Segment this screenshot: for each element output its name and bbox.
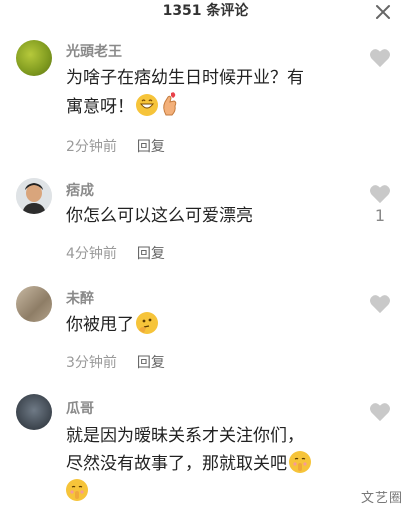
comment-line: 为啥子在痞幼生日时候开业？有 xyxy=(66,68,304,88)
comment-line: 你怎么可以这么可爱漂亮 xyxy=(66,206,253,226)
comment-time: 4分钟前 xyxy=(66,246,117,262)
like-count: 1 xyxy=(374,206,386,225)
comment-text: 就是因为暧昧关系才关注你们， 尽然没有故事了，那就取关吧 xyxy=(66,422,366,506)
heart-icon[interactable] xyxy=(369,48,391,68)
heart-icon[interactable] xyxy=(369,294,391,314)
comment-count-title: 1351 条评论 xyxy=(162,3,249,19)
comments-header: 1351 条评论 xyxy=(0,0,411,26)
comment-item: 光頭老王 为啥子在痞幼生日时候开业？有 寓意呀！ 2分钟前 回复 xyxy=(0,36,411,156)
comment-time: 2分钟前 xyxy=(66,139,117,155)
comment-username[interactable]: 瓜哥 xyxy=(66,398,94,418)
grin-emoji-icon xyxy=(136,94,158,116)
comment-item: 未醉 你被甩了 3分钟前 回复 xyxy=(0,286,411,386)
comment-item: 瓜哥 就是因为暧昧关系才关注你们， 尽然没有故事了，那就取关吧 xyxy=(0,394,411,514)
comment-meta: 2分钟前 回复 xyxy=(66,136,165,156)
comment-text: 你被甩了 xyxy=(66,311,362,339)
shush-emoji-icon xyxy=(289,451,311,473)
comment-line: 尽然没有故事了，那就取关吧 xyxy=(66,454,287,474)
shush-emoji-icon xyxy=(66,479,88,501)
heart-icon[interactable] xyxy=(369,402,391,422)
comment-meta: 3分钟前 回复 xyxy=(66,352,165,372)
comment-meta: 4分钟前 回复 xyxy=(66,243,165,263)
face-avatar-icon[interactable] xyxy=(16,394,52,430)
close-icon[interactable] xyxy=(375,4,391,20)
pet-avatar-icon[interactable] xyxy=(16,286,52,322)
person-avatar-icon[interactable] xyxy=(16,178,52,214)
reply-button[interactable]: 回复 xyxy=(137,139,165,155)
comment-line-with-emoji: 尽然没有故事了，那就取关吧 xyxy=(66,450,366,478)
comment-line: 寓意呀！ xyxy=(66,97,134,117)
comment-line: 你被甩了 xyxy=(66,315,134,335)
green-bush-avatar-icon[interactable] xyxy=(16,40,52,76)
comment-username[interactable]: 光頭老王 xyxy=(66,41,122,61)
comment-line-with-emoji xyxy=(66,478,366,506)
heart-icon[interactable] xyxy=(369,184,391,204)
comment-line: 就是因为暧昧关系才关注你们， xyxy=(66,426,304,446)
comment-username[interactable]: 未醉 xyxy=(66,288,94,308)
watermark: 文艺圈 xyxy=(360,491,403,506)
comment-item: 痞成 你怎么可以这么可爱漂亮 4分钟前 回复 1 xyxy=(0,176,411,276)
comment-text: 你怎么可以这么可爱漂亮 xyxy=(66,202,362,230)
finger-heart-emoji-icon xyxy=(160,92,180,125)
reply-button[interactable]: 回复 xyxy=(137,355,165,371)
comment-text: 为啥子在痞幼生日时候开业？有 寓意呀！ xyxy=(66,64,362,125)
comment-line-with-emoji: 寓意呀！ xyxy=(66,92,362,125)
reply-button[interactable]: 回复 xyxy=(137,246,165,262)
comment-username[interactable]: 痞成 xyxy=(66,180,94,200)
comment-time: 3分钟前 xyxy=(66,355,117,371)
thinking-emoji-icon xyxy=(136,312,158,334)
comment-line-with-emoji: 你被甩了 xyxy=(66,311,362,339)
